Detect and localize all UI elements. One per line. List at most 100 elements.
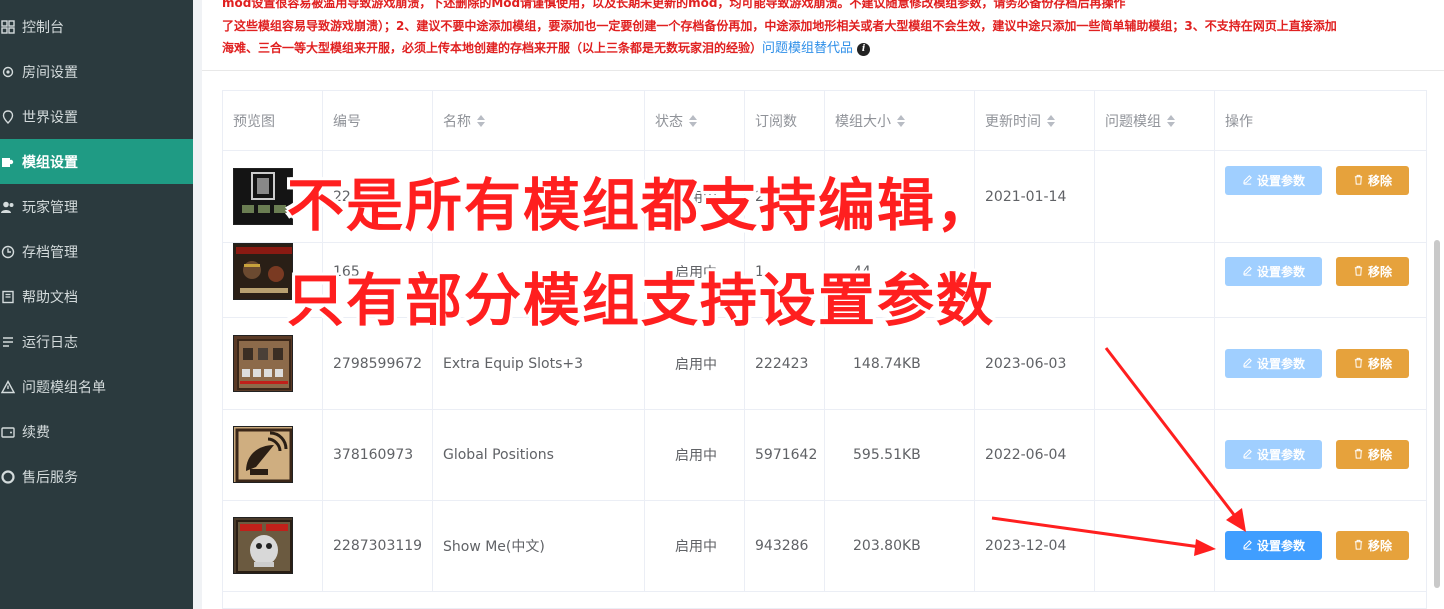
- trash-icon: [1353, 448, 1364, 462]
- sidebar-item-label: 存档管理: [22, 244, 78, 261]
- sidebar-item-label: 问题模组名单: [22, 379, 106, 396]
- column-header-status[interactable]: 状态: [645, 91, 745, 151]
- mod-name-cell: Show Me(中文): [433, 500, 645, 591]
- sidebar-item-problem-mods[interactable]: 问题模组名单: [0, 364, 193, 409]
- column-header-name[interactable]: 名称: [433, 91, 645, 151]
- set-params-button[interactable]: 设置参数: [1225, 257, 1322, 286]
- mod-id-cell: 2287303119: [323, 500, 433, 591]
- show-me-icon: [233, 517, 293, 574]
- sidebar-item-label: 帮助文档: [22, 289, 78, 306]
- sidebar: 控制台 房间设置 世界设置 模组设置 玩家管理 存档管理 帮助文档 运行日志 问…: [0, 0, 193, 609]
- status-cell: 启用中: [645, 500, 745, 591]
- column-header-preview: 预览图: [223, 91, 323, 151]
- notice-line: 了这些模组容易导致游戏崩溃）；2、建议不要中途添加模组，要添加也一定要创建一个存…: [222, 18, 1337, 33]
- column-header-label: 问题模组: [1105, 114, 1161, 130]
- preview-cell: [223, 409, 323, 500]
- puzzle-icon: [0, 154, 16, 170]
- sort-icon[interactable]: [689, 115, 697, 127]
- edit-icon: [1242, 539, 1253, 553]
- problem-mod-cell: [1095, 500, 1215, 591]
- dark-box-icon: [233, 168, 293, 225]
- table-scrollbar[interactable]: [1434, 240, 1440, 588]
- satellite-dish-icon: [233, 426, 293, 483]
- gear-icon: [0, 64, 16, 80]
- divider: [202, 70, 1444, 71]
- problem-mod-cell: [1095, 409, 1215, 500]
- trash-icon: [1353, 174, 1364, 188]
- column-header-actions: 操作: [1215, 91, 1426, 151]
- sidebar-item-run-log[interactable]: 运行日志: [0, 319, 193, 364]
- sidebar-item-after-sales[interactable]: 售后服务: [0, 454, 193, 499]
- location-pin-icon: [0, 109, 16, 125]
- size-cell: 203.80KB: [825, 500, 975, 591]
- column-header-size[interactable]: 模组大小: [825, 91, 975, 151]
- button-label: 设置参数: [1256, 539, 1305, 553]
- column-header-updated[interactable]: 更新时间: [975, 91, 1095, 151]
- table-header: 预览图 编号 名称 状态 订阅数 模组大小 更新时间 问题模组 操作: [223, 91, 1426, 151]
- subscriptions-cell: 943286: [745, 500, 825, 591]
- subscriptions-cell: 5971642: [745, 409, 825, 500]
- sidebar-item-save-management[interactable]: 存档管理: [0, 229, 193, 274]
- trash-icon: [1353, 265, 1364, 279]
- button-label: 移除: [1367, 539, 1392, 553]
- remove-button[interactable]: 移除: [1336, 257, 1409, 286]
- column-header-label: 操作: [1225, 114, 1253, 130]
- notice-line: mod设置很容易被滥用导致游戏崩溃，下述删除的Mod请谨慎使用，以及长期未更新的…: [222, 0, 1126, 10]
- table-row: 2287303119 Show Me(中文) 启用中 943286 203.80…: [223, 500, 1426, 592]
- button-label: 移除: [1367, 448, 1392, 462]
- remove-button[interactable]: 移除: [1336, 349, 1409, 378]
- sort-icon[interactable]: [1047, 115, 1055, 127]
- sidebar-item-label: 运行日志: [22, 334, 78, 351]
- size-cell: 595.51KB: [825, 409, 975, 500]
- set-params-button[interactable]: 设置参数: [1225, 349, 1322, 378]
- remove-button[interactable]: 移除: [1336, 166, 1409, 195]
- updated-cell: 2023-12-04: [975, 500, 1095, 591]
- sidebar-item-label: 售后服务: [22, 469, 78, 486]
- column-header-label: 编号: [333, 114, 361, 130]
- set-params-button[interactable]: 设置参数: [1225, 166, 1322, 195]
- status-cell: 启用中: [645, 409, 745, 500]
- sidebar-item-mod-settings[interactable]: 模组设置: [0, 139, 193, 184]
- sidebar-item-room-settings[interactable]: 房间设置: [0, 49, 193, 94]
- button-label: 设置参数: [1256, 174, 1305, 188]
- notice-line-text: 海难、三合一等大型模组来开服，必须上传本地创建的存档来开服（以上三条都是无数玩家…: [222, 41, 763, 55]
- equip-slots-icon: [233, 335, 293, 392]
- problem-mod-alternatives-link[interactable]: 问题模组替代品: [762, 41, 853, 56]
- alert-icon: [0, 379, 16, 395]
- remove-button[interactable]: 移除: [1336, 440, 1409, 469]
- preview-cell: [223, 500, 323, 591]
- sort-icon[interactable]: [897, 115, 905, 127]
- table-row: 378160973 Global Positions 启用中 5971642 5…: [223, 409, 1426, 501]
- sidebar-item-renew[interactable]: 续费: [0, 409, 193, 454]
- problem-mod-cell: [1095, 318, 1215, 409]
- button-label: 移除: [1367, 357, 1392, 371]
- remove-button[interactable]: 移除: [1336, 531, 1409, 560]
- sidebar-item-label: 世界设置: [22, 109, 78, 126]
- edit-icon: [1242, 174, 1253, 188]
- sidebar-item-world-settings[interactable]: 世界设置: [0, 94, 193, 139]
- sidebar-item-label: 续费: [22, 424, 50, 441]
- set-params-button[interactable]: 设置参数: [1225, 440, 1322, 469]
- button-label: 设置参数: [1256, 448, 1305, 462]
- sidebar-item-label: 控制台: [22, 19, 64, 36]
- support-icon: [0, 469, 16, 485]
- notice-line: 海难、三合一等大型模组来开服，必须上传本地创建的存档来开服（以上三条都是无数玩家…: [222, 37, 1434, 61]
- info-icon[interactable]: i: [857, 43, 871, 56]
- sidebar-item-label: 模组设置: [22, 154, 78, 171]
- sidebar-item-player-management[interactable]: 玩家管理: [0, 184, 193, 229]
- column-header-label: 预览图: [233, 114, 275, 130]
- sort-icon[interactable]: [477, 115, 485, 127]
- sidebar-item-help-docs[interactable]: 帮助文档: [0, 274, 193, 319]
- mod-name-cell: Global Positions: [433, 409, 645, 500]
- set-params-button[interactable]: 设置参数: [1225, 531, 1322, 560]
- column-header-problem-mod[interactable]: 问题模组: [1095, 91, 1215, 151]
- annotation-line: 只有部分模组支持设置参数: [287, 268, 995, 334]
- column-header-label: 名称: [443, 114, 471, 130]
- health-bar-icon: [233, 243, 293, 300]
- sidebar-item-console[interactable]: 控制台: [0, 4, 193, 49]
- wallet-icon: [0, 424, 16, 440]
- trash-icon: [1353, 539, 1364, 553]
- annotation-line: 不是所有模组都支持编辑，: [287, 173, 995, 239]
- book-icon: [0, 289, 16, 305]
- sort-icon[interactable]: [1167, 115, 1175, 127]
